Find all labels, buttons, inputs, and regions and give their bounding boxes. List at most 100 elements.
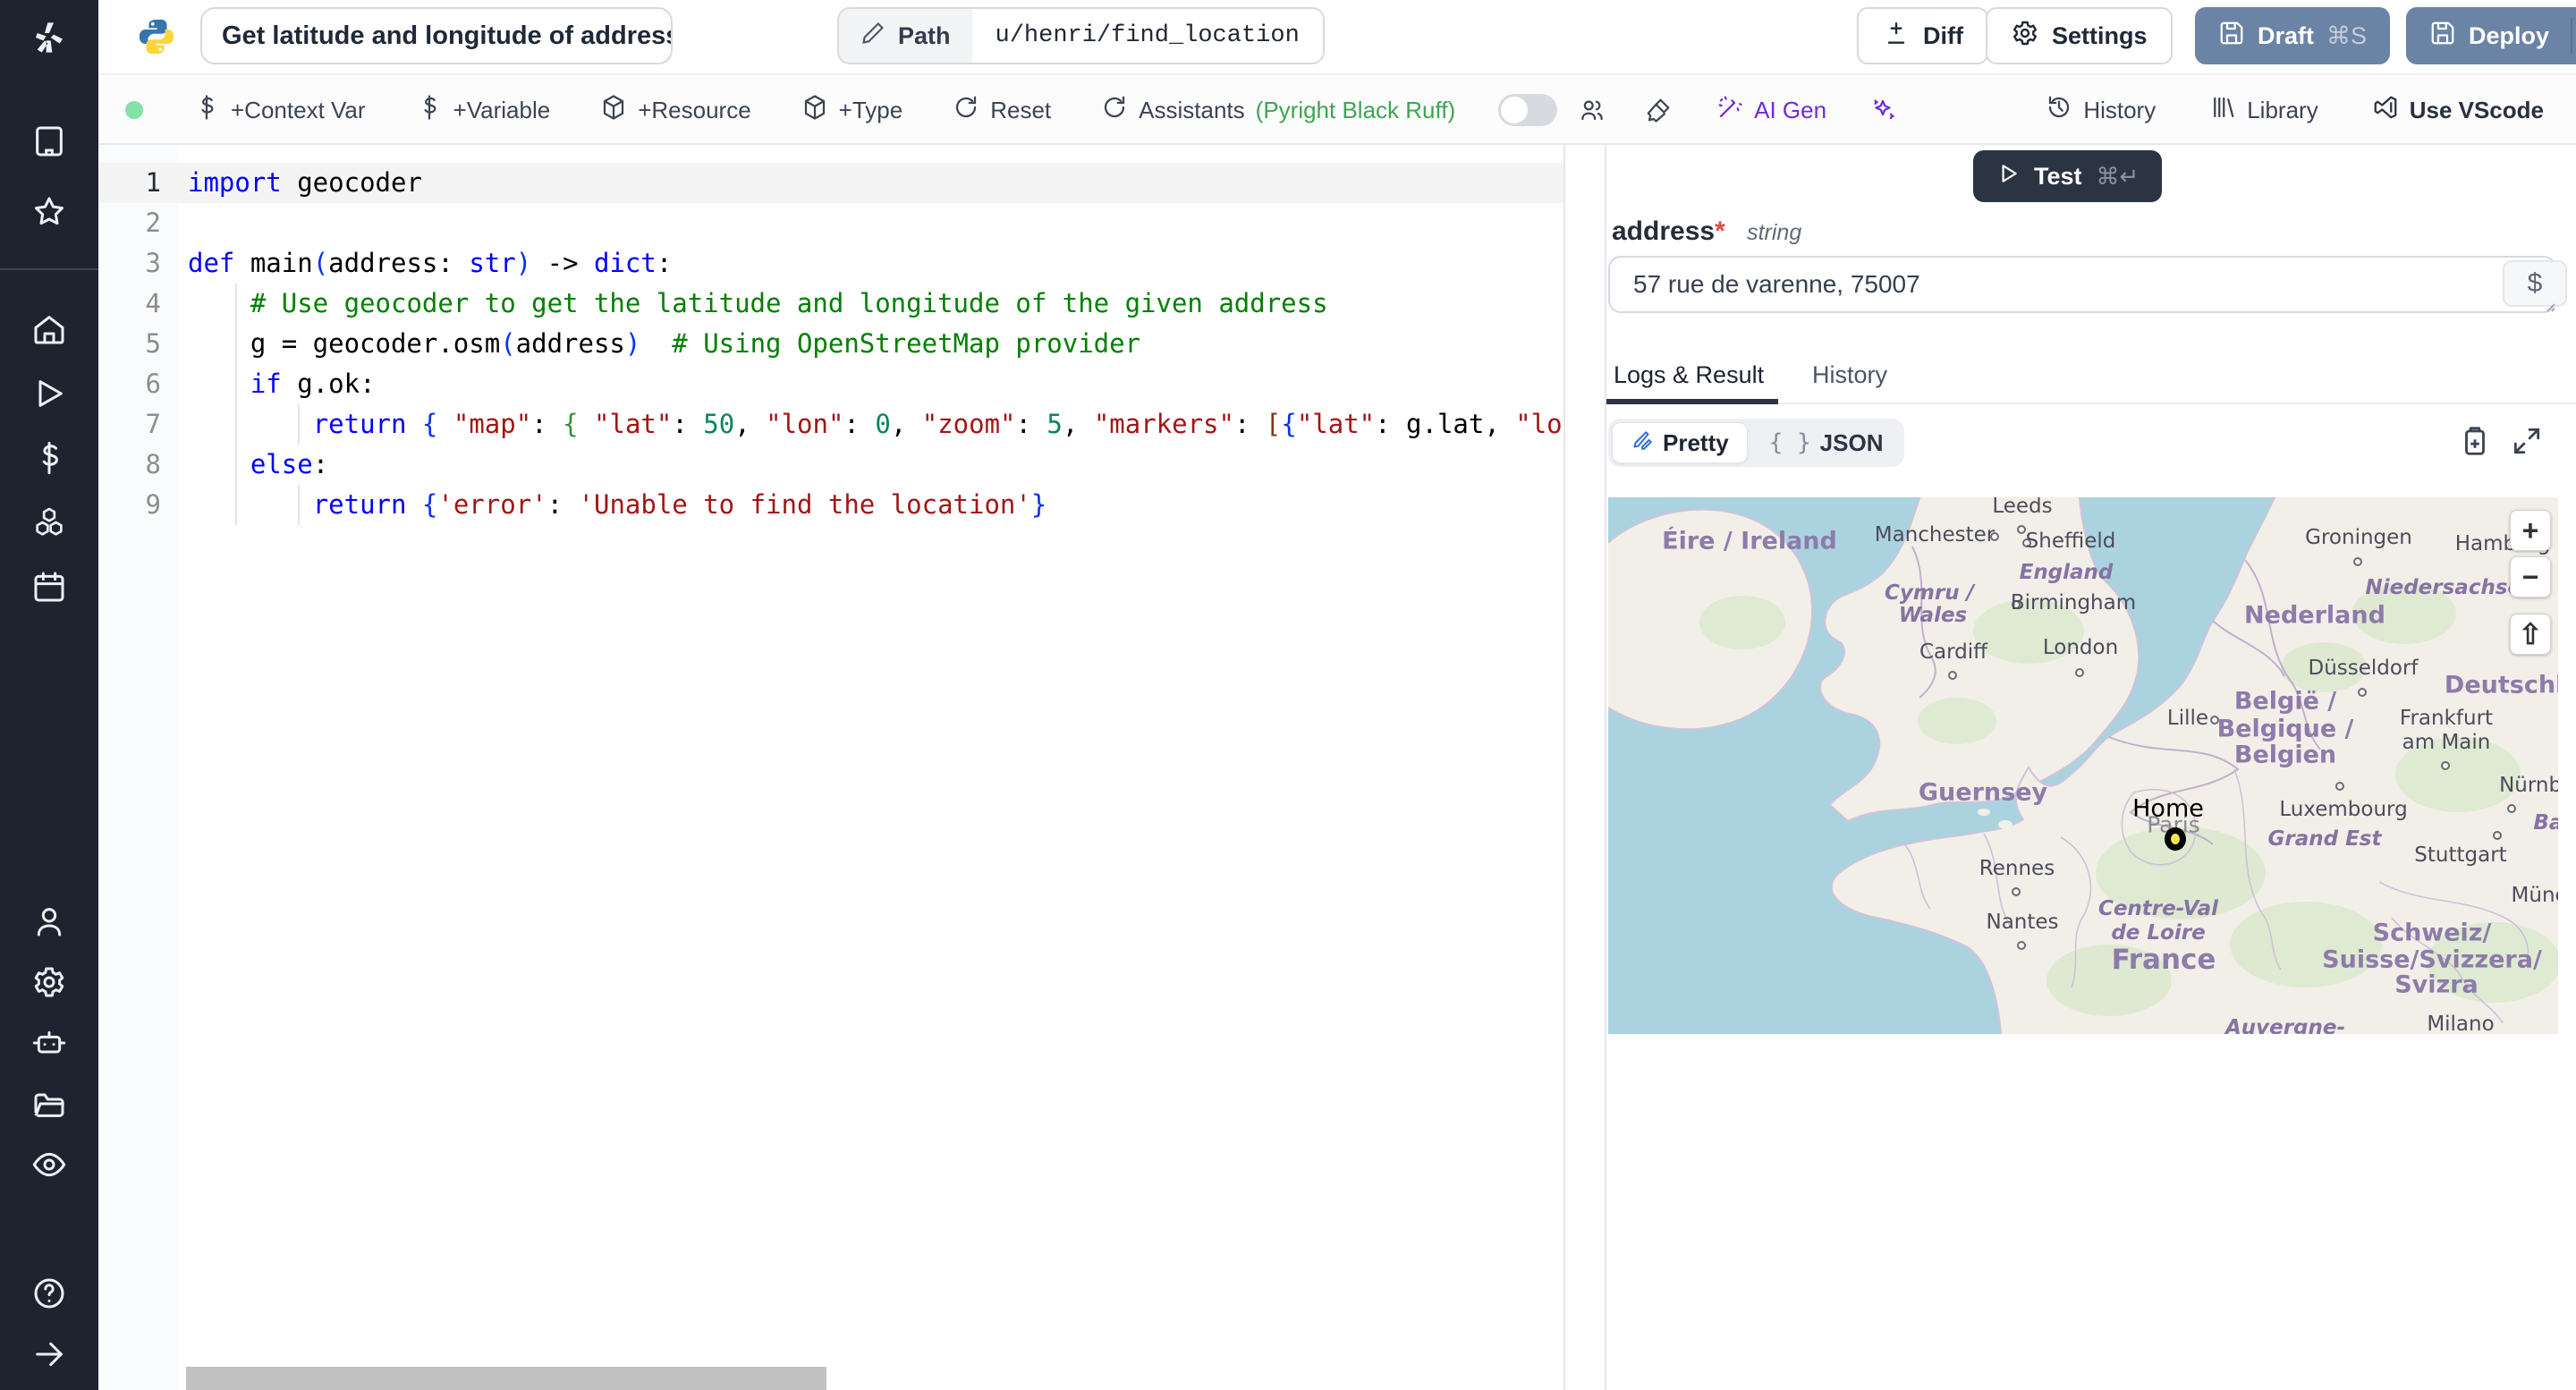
dollar-icon bbox=[416, 94, 443, 127]
pen-icon bbox=[1631, 428, 1654, 458]
line-number: 5 bbox=[145, 328, 161, 359]
map-zoom-out-button[interactable]: − bbox=[2510, 556, 2551, 598]
run-result-panel: Test ⌘↵ address* string 57 rue de varenn… bbox=[1605, 145, 2576, 1390]
draft-shortcut: ⌘S bbox=[2326, 21, 2368, 49]
copy-result-icon[interactable] bbox=[2458, 424, 2492, 458]
line-number: 8 bbox=[145, 449, 161, 479]
users-icon[interactable] bbox=[30, 902, 69, 941]
script-title-input[interactable]: Get latitude and longitude of address bbox=[200, 7, 673, 64]
favorites-star-icon[interactable] bbox=[30, 192, 69, 232]
runs-icon[interactable] bbox=[30, 374, 69, 413]
add-context-var-button[interactable]: +Context Var bbox=[193, 94, 366, 127]
deploy-dropdown-button[interactable] bbox=[2571, 18, 2576, 54]
map-home-marker[interactable] bbox=[2165, 827, 2186, 851]
map-base-layer bbox=[1608, 497, 2558, 1034]
indent-guide bbox=[235, 364, 238, 404]
indent-guide bbox=[297, 485, 300, 525]
title-bar: Get latitude and longitude of address Pa… bbox=[98, 0, 2576, 75]
argument-label: address* string bbox=[1612, 216, 1802, 246]
package-icon bbox=[801, 94, 828, 127]
test-button[interactable]: Test ⌘↵ bbox=[1973, 150, 2163, 202]
insert-variable-button[interactable]: $ bbox=[2503, 260, 2567, 307]
script-path-chip[interactable]: Path u/henri/find_location bbox=[837, 7, 1325, 64]
line-number: 3 bbox=[145, 248, 161, 278]
home-icon[interactable] bbox=[30, 309, 69, 349]
code-line-3[interactable]: 3 def main(address: str) -> dict: bbox=[98, 243, 1563, 284]
assistants-button[interactable]: Assistants (Pyright Black Ruff) bbox=[1101, 94, 1455, 127]
code-line-1[interactable]: 1 import geocoder bbox=[98, 163, 1563, 203]
multiplayer-users-icon[interactable] bbox=[1579, 97, 1606, 123]
line-content: g = geocoder.osm(address) # Using OpenSt… bbox=[188, 328, 1141, 359]
deploy-button[interactable]: Deploy bbox=[2406, 7, 2576, 64]
line-number: 7 bbox=[145, 409, 161, 439]
save-icon bbox=[2218, 20, 2245, 53]
map-locate-button[interactable]: ⇧ bbox=[2510, 614, 2551, 655]
variables-icon[interactable] bbox=[30, 438, 69, 478]
assistants-detail: (Pyright Black Ruff) bbox=[1255, 96, 1456, 123]
draft-button[interactable]: Draft ⌘S bbox=[2195, 7, 2391, 64]
code-line-4[interactable]: 4 # Use geocoder to get the latitude and… bbox=[98, 284, 1563, 324]
folders-icon[interactable] bbox=[30, 1084, 69, 1123]
library-button[interactable]: Library bbox=[2209, 94, 2318, 127]
indent-guide bbox=[235, 485, 238, 525]
resources-cubes-icon[interactable] bbox=[30, 503, 69, 542]
json-view-button[interactable]: { } JSON bbox=[1751, 422, 1902, 463]
workers-robot-icon[interactable] bbox=[30, 1023, 69, 1063]
add-variable-button[interactable]: +Variable bbox=[416, 94, 550, 127]
schedules-calendar-icon[interactable] bbox=[30, 567, 69, 606]
line-content: def main(address: str) -> dict: bbox=[188, 248, 673, 278]
refresh-icon bbox=[1101, 94, 1128, 127]
add-type-button[interactable]: +Type bbox=[801, 94, 902, 127]
assistants-toggle[interactable] bbox=[1498, 94, 1558, 126]
tab-logs-result[interactable]: Logs & Result bbox=[1614, 361, 1764, 389]
sidebar bbox=[0, 0, 98, 1390]
line-content: return {'error': 'Unable to find the loc… bbox=[312, 489, 1047, 520]
library-icon bbox=[2209, 94, 2236, 127]
magic-wand-icon bbox=[1716, 94, 1743, 127]
tab-history[interactable]: History bbox=[1812, 361, 1887, 389]
line-content: import geocoder bbox=[188, 167, 422, 198]
line-content: else: bbox=[250, 449, 329, 479]
sparkles-icon[interactable] bbox=[1869, 97, 1896, 123]
address-input[interactable]: 57 rue de varenne, 75007 bbox=[1608, 256, 2556, 313]
indent-guide bbox=[235, 445, 238, 485]
pencil-icon bbox=[860, 21, 886, 52]
code-line-7[interactable]: 7 return { "map": { "lat": 50, "lon": 0,… bbox=[98, 404, 1563, 445]
diff-button[interactable]: Diff bbox=[1857, 7, 1988, 64]
windmill-logo-icon[interactable] bbox=[30, 18, 69, 57]
format-brush-icon[interactable] bbox=[1645, 97, 1672, 123]
code-line-5[interactable]: 5 g = geocoder.osm(address) # Using Open… bbox=[98, 324, 1563, 364]
reset-button[interactable]: Reset bbox=[953, 94, 1051, 127]
sidebar-divider bbox=[0, 268, 98, 270]
code-line-8[interactable]: 8 else: bbox=[98, 445, 1563, 485]
workspace-icon[interactable] bbox=[30, 122, 69, 161]
textarea-resize-handle[interactable] bbox=[2542, 299, 2556, 313]
add-resource-button[interactable]: +Resource bbox=[600, 94, 751, 127]
editor-horizontal-scrollbar[interactable] bbox=[186, 1367, 826, 1390]
use-vscode-button[interactable]: Use VScode bbox=[2372, 94, 2544, 127]
expand-sidebar-icon[interactable] bbox=[30, 1335, 69, 1374]
audit-eye-icon[interactable] bbox=[30, 1145, 69, 1184]
code-line-9[interactable]: 9 return {'error': 'Unable to find the l… bbox=[98, 485, 1563, 525]
settings-gear-icon[interactable] bbox=[30, 962, 69, 1002]
fullscreen-expand-icon[interactable] bbox=[2510, 424, 2544, 458]
play-icon bbox=[1996, 162, 2020, 191]
pretty-view-button[interactable]: Pretty bbox=[1612, 422, 1748, 463]
settings-button[interactable]: Settings bbox=[1986, 7, 2173, 64]
ai-gen-button[interactable]: AI Gen bbox=[1716, 94, 1826, 127]
code-line-2[interactable]: 2 bbox=[98, 203, 1563, 243]
map-zoom-in-button[interactable]: + bbox=[2510, 510, 2551, 551]
indent-guide bbox=[235, 404, 238, 445]
refresh-icon bbox=[953, 94, 979, 127]
argument-type: string bbox=[1747, 220, 1802, 245]
history-clock-icon bbox=[2046, 94, 2072, 127]
package-icon bbox=[600, 94, 627, 127]
help-icon[interactable] bbox=[30, 1274, 69, 1313]
line-number: 1 bbox=[145, 167, 161, 198]
history-button[interactable]: History bbox=[2046, 94, 2156, 127]
editor-toolbar: +Context Var +Variable +Resource +Type R… bbox=[98, 77, 2576, 145]
result-map[interactable]: Leeds Éire / Ireland Manchester Sheffield Gr… bbox=[1608, 497, 2558, 1034]
code-line-6[interactable]: 6 if g.ok: bbox=[98, 364, 1563, 404]
code-editor[interactable]: 1 import geocoder 2 3 def main(address: str)… bbox=[98, 145, 1565, 1390]
result-tabs: Logs & Result History bbox=[1606, 361, 2576, 404]
